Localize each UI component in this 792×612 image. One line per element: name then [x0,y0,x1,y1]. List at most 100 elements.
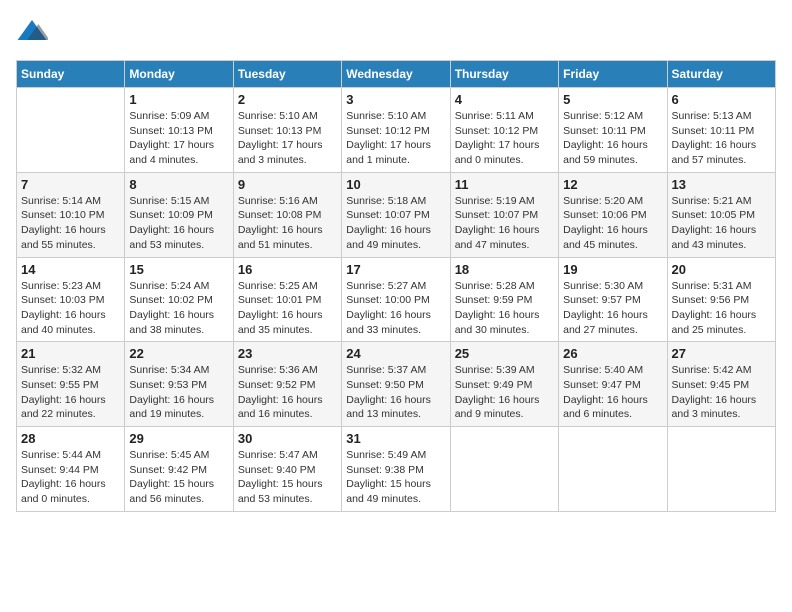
calendar-cell: 13Sunrise: 5:21 AMSunset: 10:05 PMDaylig… [667,172,775,257]
calendar-cell: 12 Sunrise: 5:20 AMSunset: 10:06 PMDaylig… [559,172,667,257]
day-info: Sunrise: 5:36 AMSunset: 9:52 PMDaylight:… [238,363,337,422]
calendar-week-2: 7 Sunrise: 5:14 AMSunset: 10:10 PMDayligh… [17,172,776,257]
calendar-cell: 19 Sunrise: 5:30 AMSunset: 9:57 PMDayligh… [559,257,667,342]
calendar-cell [17,88,125,173]
day-info: Sunrise: 5:13 AMSunset: 10:11 PMDaylight… [672,109,771,168]
day-info: Sunrise: 5:31 AMSunset: 9:56 PMDaylight:… [672,279,771,338]
day-number: 1 [129,92,228,107]
day-info: Sunrise: 5:32 AMSunset: 9:55 PMDaylight:… [21,363,120,422]
day-number: 3 [346,92,445,107]
calendar: SundayMondayTuesdayWednesdayThursdayFrid… [16,60,776,512]
calendar-cell: 8 Sunrise: 5:15 AMSunset: 10:09 PMDayligh… [125,172,233,257]
day-info: Sunrise: 5:28 AMSunset: 9:59 PMDaylight:… [455,279,554,338]
day-info: Sunrise: 5:45 AMSunset: 9:42 PMDaylight:… [129,448,228,507]
day-info: Sunrise: 5:40 AMSunset: 9:47 PMDaylight:… [563,363,662,422]
calendar-cell: 17 Sunrise: 5:27 AMSunset: 10:00 PMDaylig… [342,257,450,342]
day-info: Sunrise: 5:47 AMSunset: 9:40 PMDaylight:… [238,448,337,507]
calendar-cell: 14 Sunrise: 5:23 AMSunset: 10:03 PMDaylig… [17,257,125,342]
day-info: Sunrise: 5:10 AMSunset: 10:13 PMDaylight… [238,109,337,168]
day-number: 27 [672,346,771,361]
calendar-cell: 7 Sunrise: 5:14 AMSunset: 10:10 PMDayligh… [17,172,125,257]
day-number: 5 [563,92,662,107]
day-number: 21 [21,346,120,361]
day-number: 7 [21,177,120,192]
day-number: 18 [455,262,554,277]
day-number: 8 [129,177,228,192]
calendar-cell: 1Sunrise: 5:09 AMSunset: 10:13 PMDayligh… [125,88,233,173]
day-number: 2 [238,92,337,107]
day-header-sunday: Sunday [17,61,125,88]
day-info: Sunrise: 5:14 AMSunset: 10:10 PMDaylight… [21,194,120,253]
calendar-cell: 18 Sunrise: 5:28 AMSunset: 9:59 PMDayligh… [450,257,558,342]
day-number: 22 [129,346,228,361]
day-number: 19 [563,262,662,277]
day-info: Sunrise: 5:18 AMSunset: 10:07 PMDaylight… [346,194,445,253]
calendar-cell: 9 Sunrise: 5:16 AMSunset: 10:08 PMDayligh… [233,172,341,257]
page-header [16,16,776,48]
calendar-cell: 29 Sunrise: 5:45 AMSunset: 9:42 PMDayligh… [125,427,233,512]
day-number: 28 [21,431,120,446]
day-number: 23 [238,346,337,361]
day-number: 24 [346,346,445,361]
calendar-cell [450,427,558,512]
day-header-tuesday: Tuesday [233,61,341,88]
calendar-cell: 21 Sunrise: 5:32 AMSunset: 9:55 PMDayligh… [17,342,125,427]
calendar-cell [667,427,775,512]
calendar-cell: 28 Sunrise: 5:44 AMSunset: 9:44 PMDayligh… [17,427,125,512]
calendar-cell: 26 Sunrise: 5:40 AMSunset: 9:47 PMDayligh… [559,342,667,427]
day-number: 31 [346,431,445,446]
calendar-cell: 3 Sunrise: 5:10 AMSunset: 10:12 PMDayligh… [342,88,450,173]
calendar-cell: 10 Sunrise: 5:18 AMSunset: 10:07 PMDaylig… [342,172,450,257]
calendar-week-1: 1Sunrise: 5:09 AMSunset: 10:13 PMDayligh… [17,88,776,173]
day-info: Sunrise: 5:39 AMSunset: 9:49 PMDaylight:… [455,363,554,422]
day-number: 15 [129,262,228,277]
day-number: 29 [129,431,228,446]
day-number: 17 [346,262,445,277]
day-number: 30 [238,431,337,446]
day-info: Sunrise: 5:16 AMSunset: 10:08 PMDaylight… [238,194,337,253]
calendar-week-3: 14 Sunrise: 5:23 AMSunset: 10:03 PMDaylig… [17,257,776,342]
day-header-saturday: Saturday [667,61,775,88]
day-info: Sunrise: 5:44 AMSunset: 9:44 PMDaylight:… [21,448,120,507]
calendar-cell: 23 Sunrise: 5:36 AMSunset: 9:52 PMDayligh… [233,342,341,427]
day-info: Sunrise: 5:23 AMSunset: 10:03 PMDaylight… [21,279,120,338]
day-info: Sunrise: 5:49 AMSunset: 9:38 PMDaylight:… [346,448,445,507]
day-number: 10 [346,177,445,192]
day-number: 14 [21,262,120,277]
day-number: 25 [455,346,554,361]
day-number: 16 [238,262,337,277]
day-info: Sunrise: 5:27 AMSunset: 10:00 PMDaylight… [346,279,445,338]
day-info: Sunrise: 5:37 AMSunset: 9:50 PMDaylight:… [346,363,445,422]
calendar-cell: 16 Sunrise: 5:25 AMSunset: 10:01 PMDaylig… [233,257,341,342]
day-number: 26 [563,346,662,361]
calendar-week-5: 28 Sunrise: 5:44 AMSunset: 9:44 PMDayligh… [17,427,776,512]
day-info: Sunrise: 5:19 AMSunset: 10:07 PMDaylight… [455,194,554,253]
day-info: Sunrise: 5:24 AMSunset: 10:02 PMDaylight… [129,279,228,338]
calendar-cell: 25 Sunrise: 5:39 AMSunset: 9:49 PMDayligh… [450,342,558,427]
calendar-cell: 27 Sunrise: 5:42 AMSunset: 9:45 PMDayligh… [667,342,775,427]
calendar-cell: 31 Sunrise: 5:49 AMSunset: 9:38 PMDayligh… [342,427,450,512]
day-info: Sunrise: 5:42 AMSunset: 9:45 PMDaylight:… [672,363,771,422]
day-info: Sunrise: 5:30 AMSunset: 9:57 PMDaylight:… [563,279,662,338]
day-number: 6 [672,92,771,107]
calendar-cell [559,427,667,512]
calendar-cell: 30 Sunrise: 5:47 AMSunset: 9:40 PMDayligh… [233,427,341,512]
logo [16,16,52,48]
day-number: 12 [563,177,662,192]
day-number: 4 [455,92,554,107]
day-info: Sunrise: 5:10 AMSunset: 10:12 PMDaylight… [346,109,445,168]
day-number: 9 [238,177,337,192]
calendar-cell: 6 Sunrise: 5:13 AMSunset: 10:11 PMDayligh… [667,88,775,173]
day-header-wednesday: Wednesday [342,61,450,88]
day-info: Sunrise: 5:15 AMSunset: 10:09 PMDaylight… [129,194,228,253]
day-number: 11 [455,177,554,192]
calendar-header-row: SundayMondayTuesdayWednesdayThursdayFrid… [17,61,776,88]
calendar-cell: 20Sunrise: 5:31 AMSunset: 9:56 PMDayligh… [667,257,775,342]
day-info: Sunrise: 5:11 AMSunset: 10:12 PMDaylight… [455,109,554,168]
logo-icon [16,16,48,48]
calendar-cell: 2 Sunrise: 5:10 AMSunset: 10:13 PMDayligh… [233,88,341,173]
calendar-cell: 5Sunrise: 5:12 AMSunset: 10:11 PMDayligh… [559,88,667,173]
calendar-cell: 4 Sunrise: 5:11 AMSunset: 10:12 PMDayligh… [450,88,558,173]
day-info: Sunrise: 5:20 AMSunset: 10:06 PMDaylight… [563,194,662,253]
day-info: Sunrise: 5:25 AMSunset: 10:01 PMDaylight… [238,279,337,338]
